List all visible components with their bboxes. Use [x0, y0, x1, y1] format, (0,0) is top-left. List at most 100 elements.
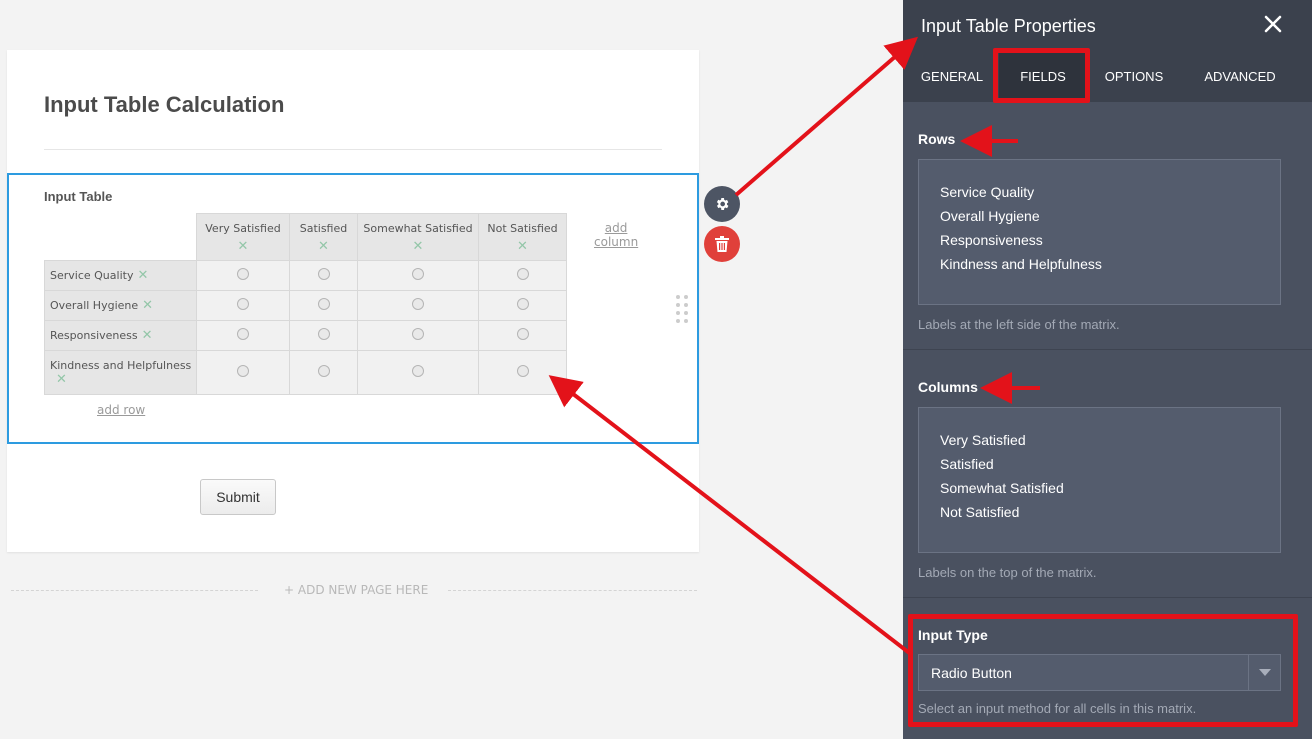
x-icon[interactable]: ✕ — [142, 328, 153, 343]
rows-help: Labels at the left side of the matrix. — [918, 317, 1120, 332]
column-label: Somewhat Satisfied — [363, 222, 473, 235]
matrix-cell — [196, 320, 290, 351]
add-column-link[interactable]: add column — [594, 221, 638, 249]
add-new-page-text: + ADD NEW PAGE HERE — [284, 583, 429, 597]
row-header[interactable]: Overall Hygiene ✕ — [44, 290, 197, 321]
add-column-text-1: add — [604, 221, 628, 235]
radio-button[interactable] — [237, 268, 249, 280]
x-icon[interactable]: ✕ — [197, 239, 289, 254]
x-icon[interactable]: ✕ — [142, 298, 153, 313]
input-table-matrix: Very Satisfied ✕ Satisfied ✕ Somewhat Sati… — [44, 213, 567, 395]
tab-general[interactable]: GENERAL — [903, 50, 1001, 102]
radio-button[interactable] — [237, 365, 249, 377]
columns-section: Columns Very Satisfied Satisfied Somewha… — [903, 350, 1312, 598]
rows-label: Rows — [918, 131, 956, 147]
radio-button[interactable] — [516, 298, 529, 310]
arrow-to-panel — [734, 36, 919, 197]
column-header[interactable]: Not Satisfied ✕ — [478, 213, 567, 261]
matrix-cell — [196, 350, 290, 395]
fields-tab-highlight — [993, 48, 1090, 103]
field-settings-button[interactable] — [704, 186, 740, 222]
x-icon[interactable]: ✕ — [479, 239, 566, 254]
add-column-text-2: column — [594, 235, 639, 249]
matrix-cell — [478, 290, 567, 321]
rows-section: Rows Service Quality Overall Hygiene Res… — [903, 102, 1312, 350]
row-label: Kindness and Helpfulness — [50, 358, 192, 372]
tab-advanced[interactable]: ADVANCED — [1187, 50, 1293, 102]
table-row: Service Quality ✕ — [44, 260, 567, 291]
input-type-highlight — [908, 614, 1298, 727]
x-icon[interactable]: ✕ — [290, 239, 357, 254]
columns-textarea[interactable]: Very Satisfied Satisfied Somewhat Satisf… — [918, 407, 1281, 553]
column-header[interactable]: Somewhat Satisfied ✕ — [357, 213, 479, 261]
table-row: Overall Hygiene ✕ — [44, 290, 567, 321]
radio-button[interactable] — [317, 328, 330, 340]
columns-help: Labels on the top of the matrix. — [918, 565, 1097, 580]
x-icon[interactable]: ✕ — [56, 372, 67, 387]
radio-button[interactable] — [317, 365, 330, 377]
submit-button[interactable]: Submit — [200, 479, 276, 515]
matrix-cell — [357, 260, 479, 291]
columns-line: Somewhat Satisfied — [940, 480, 1064, 496]
x-icon[interactable]: ✕ — [358, 239, 478, 254]
matrix-cell — [289, 290, 358, 321]
row-header[interactable]: Kindness and Helpfulness ✕ — [44, 350, 197, 395]
matrix-cell — [196, 260, 290, 291]
field-label: Input Table — [44, 189, 113, 204]
form-card: Input Table Calculation Input Table Very… — [7, 50, 699, 552]
delete-field-button[interactable] — [704, 226, 740, 262]
radio-button[interactable] — [516, 268, 529, 280]
rows-line: Kindness and Helpfulness — [940, 256, 1102, 272]
rows-line: Service Quality — [940, 184, 1035, 200]
matrix-cell — [478, 320, 567, 351]
columns-label: Columns — [918, 379, 978, 395]
table-row: Responsiveness ✕ — [44, 320, 567, 351]
radio-button[interactable] — [237, 298, 249, 310]
row-header[interactable]: Responsiveness ✕ — [44, 320, 197, 351]
radio-button[interactable] — [317, 268, 330, 280]
add-row-link[interactable]: add row — [97, 403, 145, 417]
radio-button[interactable] — [412, 298, 424, 310]
rows-line: Responsiveness — [940, 232, 1043, 248]
rows-textarea[interactable]: Service Quality Overall Hygiene Responsi… — [918, 159, 1281, 305]
x-icon[interactable]: ✕ — [137, 268, 148, 283]
table-row: Kindness and Helpfulness ✕ — [44, 350, 567, 395]
column-label: Not Satisfied — [487, 222, 558, 235]
column-label: Very Satisfied — [205, 222, 281, 235]
matrix-corner — [44, 213, 197, 261]
matrix-cell — [196, 290, 290, 321]
input-table-field[interactable]: Input Table Very Satisfied ✕ Satisfied ✕ S… — [7, 173, 699, 444]
panel-header: Input Table Properties — [903, 0, 1312, 50]
matrix-cell — [357, 290, 479, 321]
columns-line: Very Satisfied — [940, 432, 1026, 448]
trash-icon — [715, 236, 729, 252]
dashed-divider — [11, 590, 258, 591]
radio-button[interactable] — [237, 328, 249, 340]
panel-tabs: GENERAL FIELDS OPTIONS ADVANCED — [903, 50, 1312, 102]
tab-options[interactable]: OPTIONS — [1089, 50, 1179, 102]
column-header[interactable]: Satisfied ✕ — [289, 213, 358, 261]
row-header[interactable]: Service Quality ✕ — [44, 260, 197, 291]
matrix-cell — [289, 320, 358, 351]
radio-button[interactable] — [516, 365, 529, 377]
dashed-divider — [448, 590, 697, 591]
row-label: Responsiveness — [50, 329, 138, 342]
columns-line: Not Satisfied — [940, 504, 1020, 520]
form-title: Input Table Calculation — [44, 92, 285, 117]
radio-button[interactable] — [412, 268, 424, 280]
gear-icon — [716, 198, 729, 210]
matrix-cell — [478, 350, 567, 395]
radio-button[interactable] — [317, 298, 330, 310]
row-label: Overall Hygiene — [50, 299, 139, 312]
close-icon[interactable] — [1261, 12, 1285, 36]
columns-line: Satisfied — [940, 456, 994, 472]
matrix-cell — [289, 350, 358, 395]
matrix-cell — [478, 260, 567, 291]
radio-button[interactable] — [412, 328, 424, 340]
radio-button[interactable] — [516, 328, 529, 340]
radio-button[interactable] — [412, 365, 424, 377]
add-new-page[interactable]: + ADD NEW PAGE HERE — [11, 583, 697, 597]
column-label: Satisfied — [299, 222, 348, 235]
rows-line: Overall Hygiene — [940, 208, 1040, 224]
column-header[interactable]: Very Satisfied ✕ — [196, 213, 290, 261]
